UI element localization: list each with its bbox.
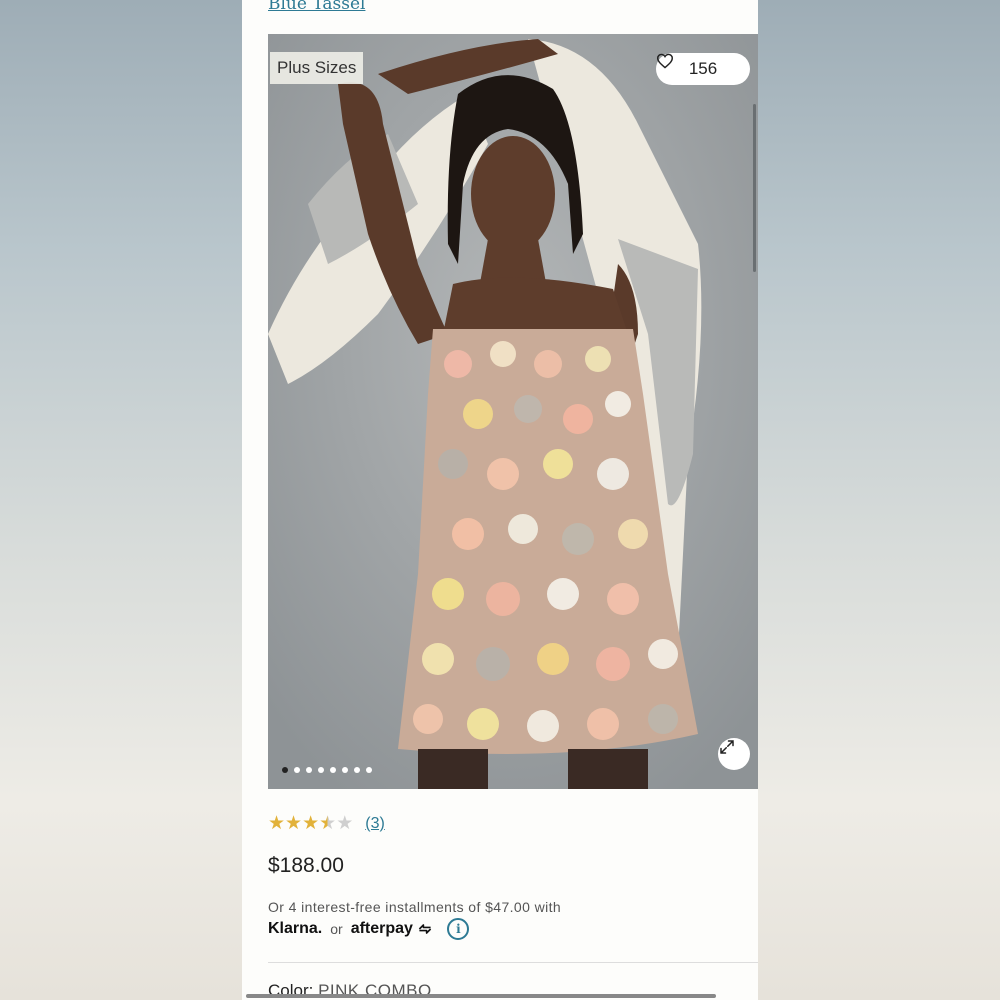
klarna-logo[interactable]: Klarna. xyxy=(268,920,322,938)
star-icon: ★ xyxy=(285,813,303,834)
star-icon: ★ xyxy=(302,813,320,834)
carousel-dot[interactable] xyxy=(318,767,324,773)
expand-image-button[interactable] xyxy=(718,738,750,770)
star-rating: ★★★★★ xyxy=(268,814,353,833)
brand-link[interactable]: Blue Tassel xyxy=(268,0,365,14)
afterpay-arrows-icon xyxy=(419,923,432,934)
expand-icon xyxy=(720,740,734,754)
carousel-dot[interactable] xyxy=(342,767,348,773)
divider xyxy=(268,962,758,963)
carousel-dot[interactable] xyxy=(306,767,312,773)
half-star-icon: ★ xyxy=(319,813,337,834)
info-icon[interactable]: i xyxy=(447,918,470,940)
review-count-link[interactable]: (3) xyxy=(365,815,385,833)
like-count: 156 xyxy=(688,59,718,78)
scrollbar[interactable] xyxy=(753,104,756,272)
star-icon: ★ xyxy=(268,813,286,834)
installments-text: Or 4 interest-free installments of $47.0… xyxy=(268,899,562,915)
rating-row: ★★★★★ (3) xyxy=(268,814,385,833)
payment-options: Klarna. or afterpay i xyxy=(268,918,470,940)
heart-icon xyxy=(656,53,674,69)
carousel-dot[interactable] xyxy=(282,767,288,773)
product-image-carousel[interactable]: Plus Sizes 156 xyxy=(268,34,758,789)
or-text: or xyxy=(330,921,343,937)
carousel-dots xyxy=(282,767,372,773)
afterpay-logo[interactable]: afterpay xyxy=(351,920,434,938)
carousel-dot[interactable] xyxy=(294,767,300,773)
home-indicator xyxy=(246,994,716,998)
background-right xyxy=(758,0,1000,1000)
like-button[interactable]: 156 xyxy=(656,53,750,85)
product-price: $188.00 xyxy=(268,854,344,877)
background-left xyxy=(0,0,242,1000)
product-page: Blue Tassel Plus Sizes 156 ★★★★★ (3) $18… xyxy=(242,0,758,1000)
product-photo xyxy=(268,34,758,789)
carousel-dot[interactable] xyxy=(330,767,336,773)
star-icon: ★ xyxy=(336,813,354,834)
plus-sizes-tag: Plus Sizes xyxy=(270,52,364,84)
carousel-dot[interactable] xyxy=(354,767,360,773)
carousel-dot[interactable] xyxy=(366,767,372,773)
